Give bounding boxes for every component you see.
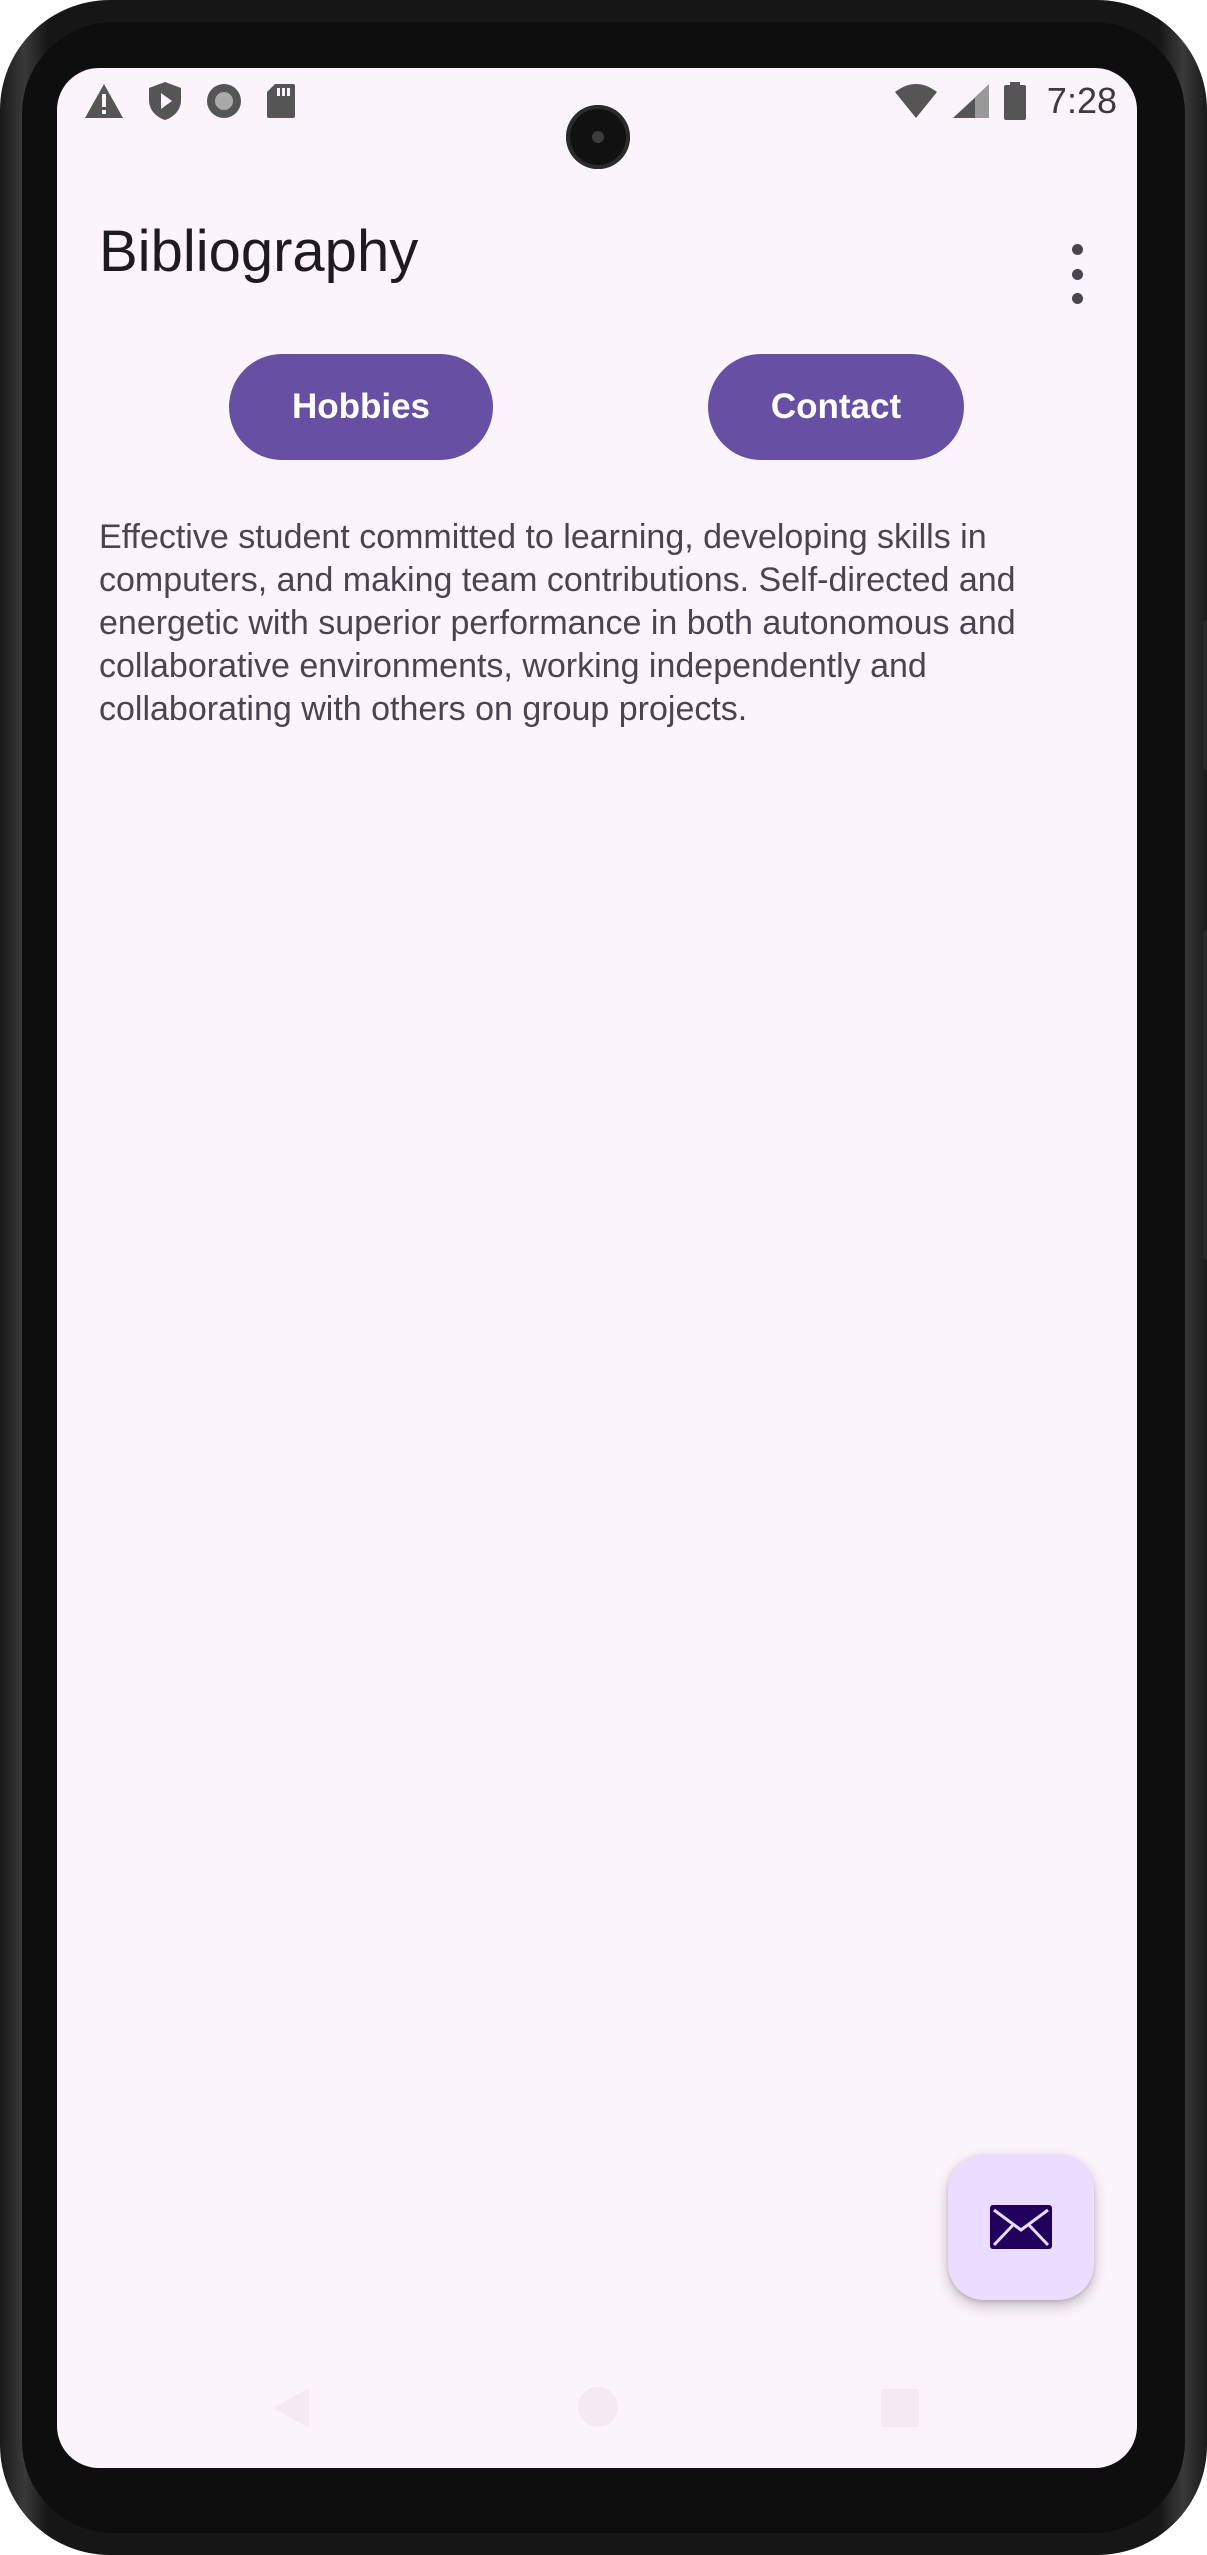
system-navigation-bar [57, 2358, 1137, 2468]
bio-text: Effective student committed to learning,… [99, 518, 1016, 728]
status-right-icons: 7:28 [893, 80, 1117, 122]
volume-button [1203, 620, 1207, 770]
warning-icon [85, 84, 123, 118]
status-clock: 7:28 [1046, 80, 1117, 121]
hobbies-button[interactable]: Hobbies [229, 354, 493, 460]
page-title: Bibliography [99, 219, 419, 284]
status-left-icons [83, 80, 297, 122]
top-app-bar: Bibliography [57, 218, 1137, 318]
record-icon [207, 84, 241, 118]
wifi-icon [894, 84, 937, 118]
more-vert-icon[interactable] [1057, 244, 1097, 304]
back-icon[interactable] [271, 2386, 311, 2430]
menu-dot [1071, 244, 1083, 255]
home-icon[interactable] [577, 2386, 619, 2428]
front-camera [566, 105, 630, 169]
email-fab-button[interactable] [948, 2154, 1094, 2300]
status-bar: 7:28 [57, 68, 1137, 169]
recents-icon[interactable] [880, 2388, 920, 2428]
power-button [1203, 930, 1207, 1260]
contact-button[interactable]: Contact [708, 354, 964, 460]
screen: 7:28 Bibliography Hobbies Contact Effect… [57, 68, 1137, 2468]
sd-card-icon [267, 84, 295, 118]
battery-icon [1003, 82, 1026, 120]
menu-dot [1071, 268, 1083, 280]
mail-icon [990, 2205, 1052, 2249]
menu-dot [1071, 293, 1083, 304]
cell-signal-icon [952, 84, 989, 118]
shield-play-icon [149, 82, 181, 120]
